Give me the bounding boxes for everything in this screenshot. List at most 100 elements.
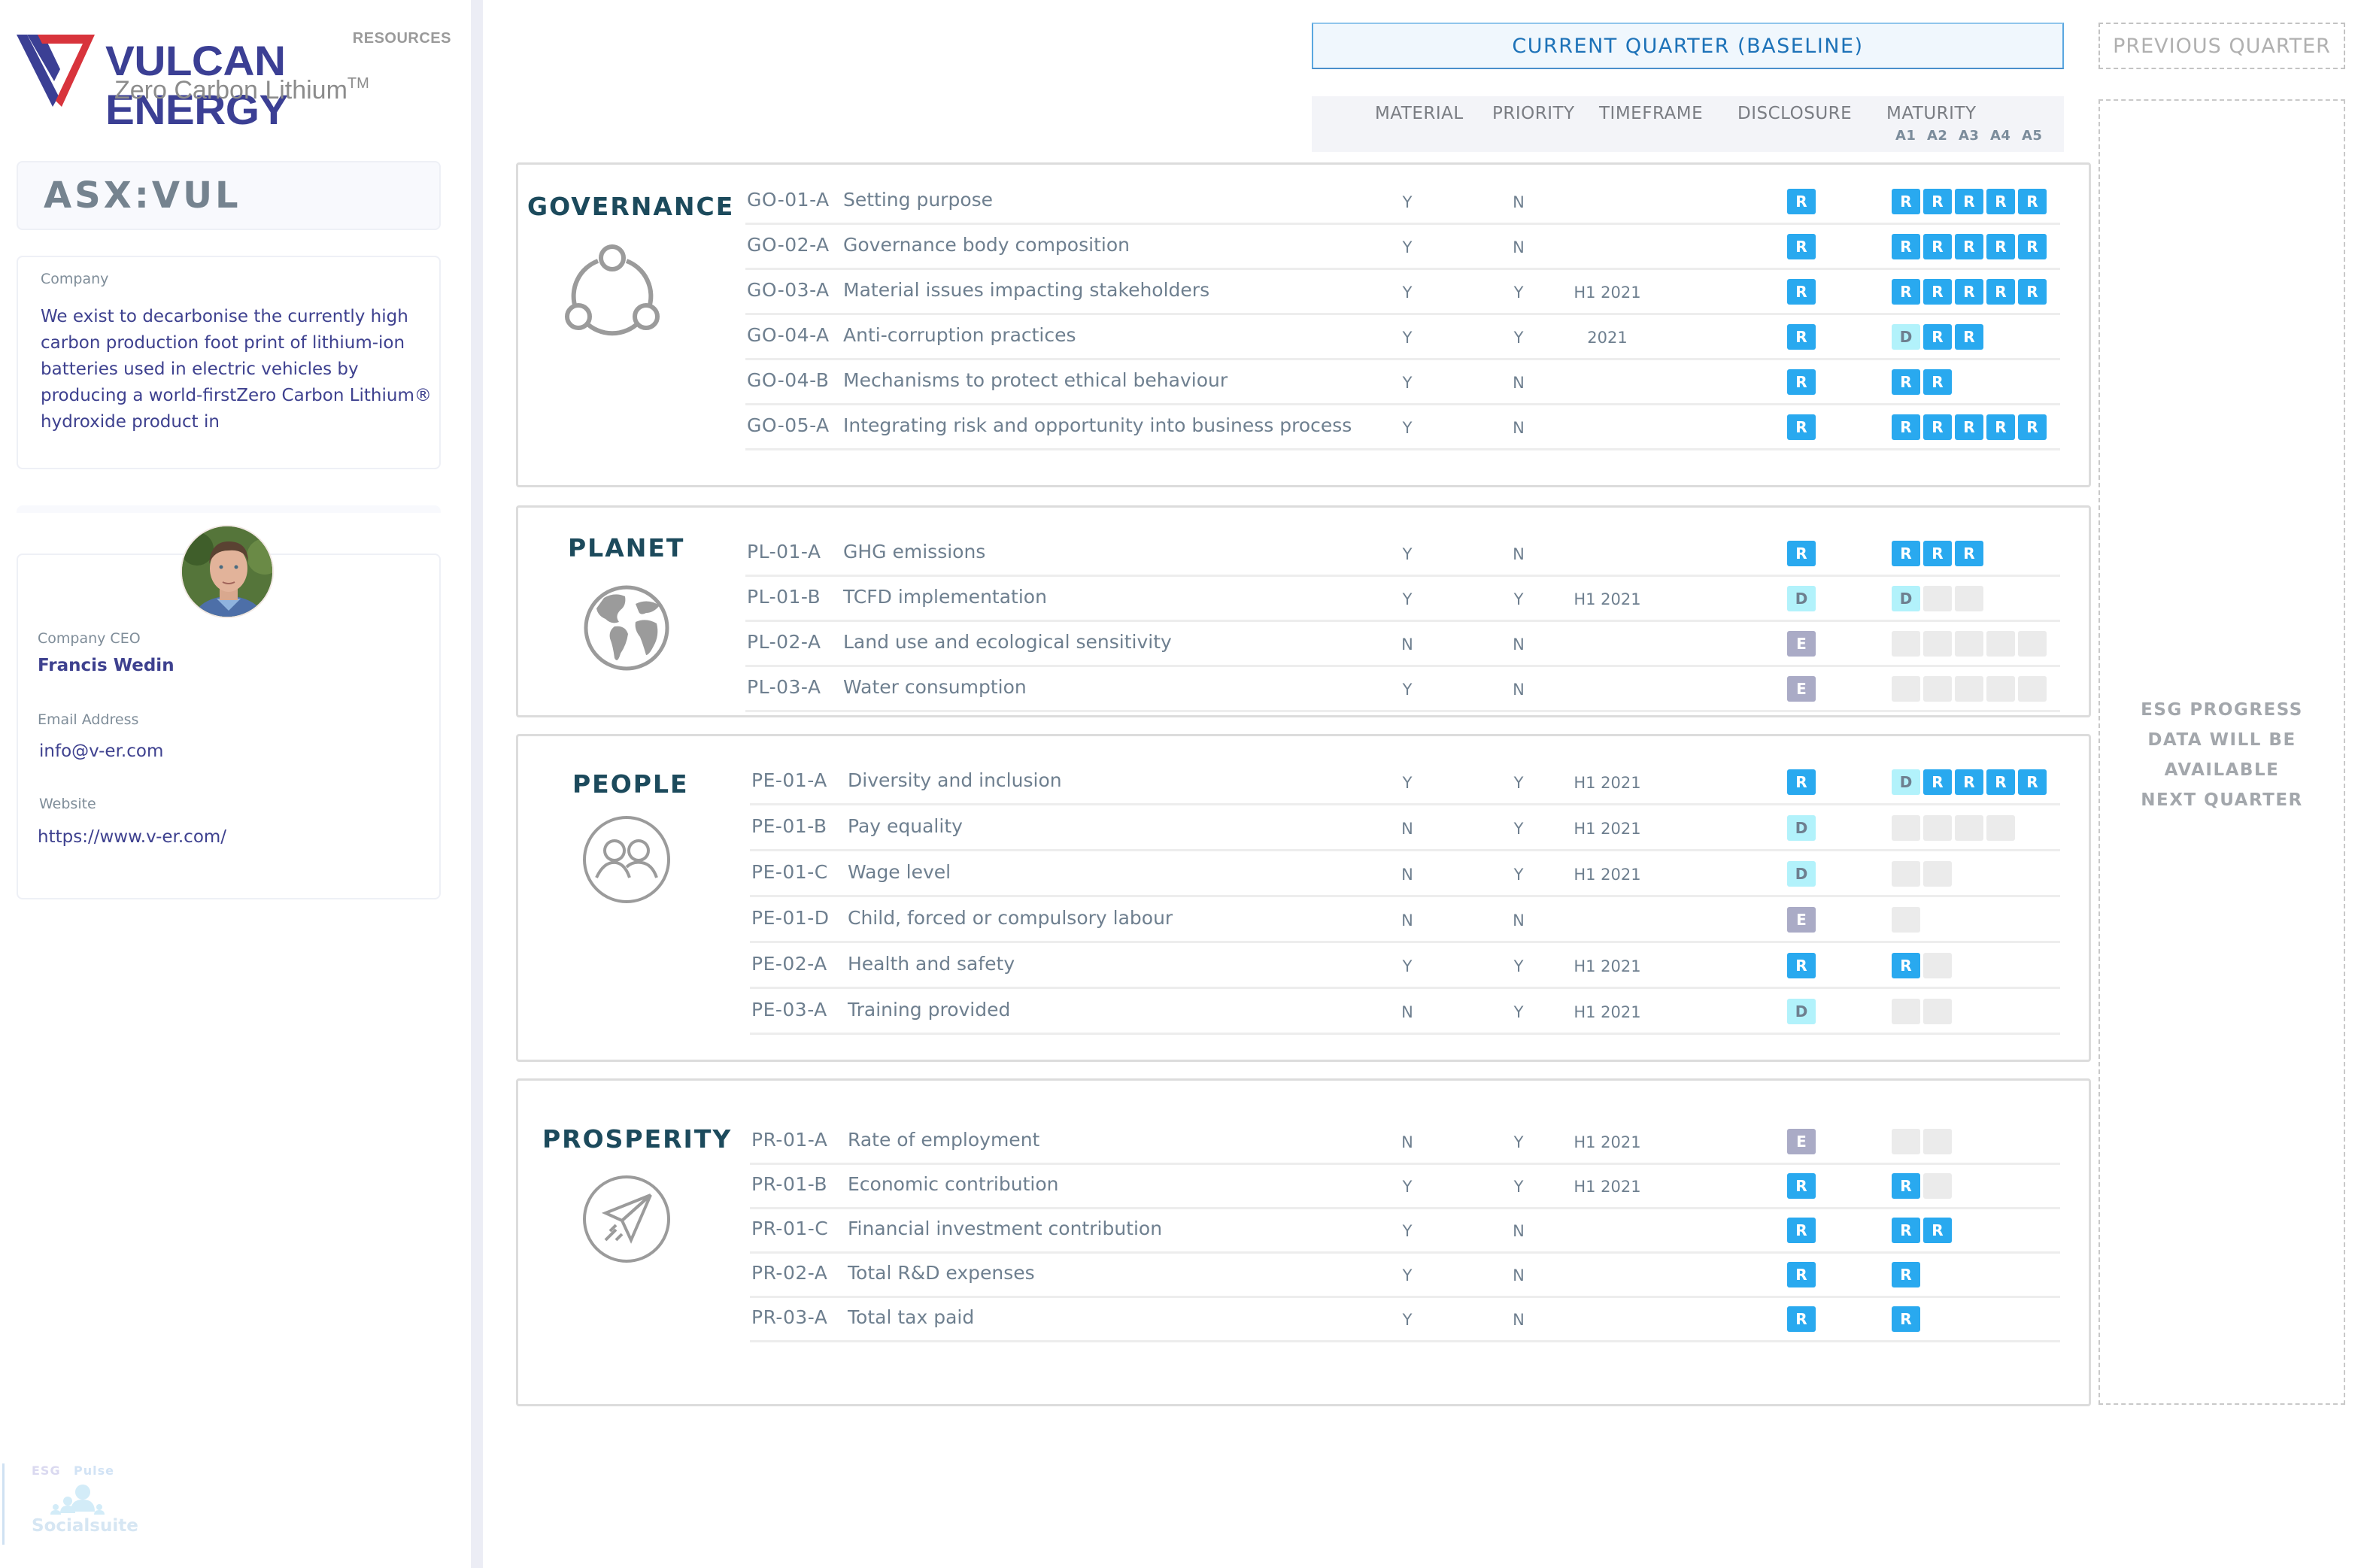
indicator-code: PL-01-B	[747, 586, 821, 608]
indicator-row[interactable]: PL-01-A GHG emissions Y N R R R R	[745, 532, 2060, 577]
indicator-row[interactable]: GO-01-A Setting purpose Y N R R R R R R	[745, 180, 2060, 225]
indicator-title[interactable]: Integrating risk and opportunity into bu…	[843, 414, 1352, 436]
ceo-label: Company CEO	[38, 630, 141, 647]
indicator-title[interactable]: Material issues impacting stakeholders	[843, 279, 1209, 301]
indicator-row[interactable]: PR-01-C Financial investment contribution…	[750, 1209, 2060, 1254]
indicator-row[interactable]: GO-05-A Integrating risk and opportunity …	[745, 405, 2060, 450]
indicator-row[interactable]: GO-03-A Material issues impacting stakeho…	[745, 270, 2060, 315]
indicator-row[interactable]: PE-01-A Diversity and inclusion Y Y H1 2021 R…	[750, 760, 2060, 805]
maturity-cell-a1: R	[1892, 541, 1920, 566]
indicator-title[interactable]: Training provided	[848, 999, 1010, 1021]
material-value: Y	[1402, 1178, 1413, 1196]
indicator-row[interactable]: PR-01-B Economic contribution Y Y H1 2021 R R	[750, 1164, 2060, 1209]
indicator-row[interactable]: PE-01-B Pay equality N Y H1 2021 D	[750, 806, 2060, 851]
priority-value: N	[1513, 681, 1525, 699]
maturity-strip: R	[1892, 1173, 1952, 1199]
indicator-row[interactable]: PR-01-A Rate of employment N Y H1 2021 E	[750, 1120, 2060, 1165]
sidebar-scrollbar[interactable]	[471, 0, 483, 1568]
maturity-cell-a1	[1892, 676, 1920, 702]
maturity-cell-a2	[1923, 676, 1952, 702]
maturity-cell-a3: R	[1955, 541, 1983, 566]
email-link[interactable]: info@v-er.com	[39, 742, 163, 761]
indicator-title[interactable]: Mechanisms to protect ethical behaviour	[843, 369, 1228, 391]
indicator-row[interactable]: GO-02-A Governance body composition Y N R R R R…	[745, 225, 2060, 270]
maturity-cell-a2	[1923, 861, 1952, 887]
maturity-cell-a2: R	[1923, 1218, 1952, 1243]
timeframe-value: H1 2021	[1573, 1178, 1641, 1196]
priority-value: Y	[1513, 284, 1524, 302]
indicator-title[interactable]: GHG emissions	[843, 541, 985, 563]
current-quarter-tab[interactable]: CURRENT QUARTER (BASELINE)	[1312, 23, 2064, 69]
disclosure-badge: D	[1787, 999, 1816, 1024]
maturity-strip: DRRRR	[1892, 769, 2047, 795]
website-link[interactable]: https://www.v-er.com/	[38, 827, 226, 847]
indicator-title[interactable]: Land use and ecological sensitivity	[843, 631, 1172, 653]
disclosure-badge: D	[1787, 861, 1816, 887]
indicator-row[interactable]: PE-03-A Training provided N Y H1 2021 D	[750, 990, 2060, 1035]
indicator-row[interactable]: PL-01-B TCFD implementation Y Y H1 2021 D D	[745, 577, 2060, 622]
maturity-cell-a1	[1892, 999, 1920, 1024]
disclosure-badge: R	[1787, 234, 1816, 259]
share-network-icon	[565, 244, 660, 336]
indicator-code: PE-01-B	[751, 815, 827, 837]
indicator-row[interactable]: PL-03-A Water consumption Y N E	[745, 667, 2060, 712]
disclosure-badge: E	[1787, 676, 1816, 702]
indicator-title[interactable]: Anti-corruption practices	[843, 324, 1076, 346]
priority-value: Y	[1513, 1133, 1524, 1151]
indicator-title[interactable]: Total R&D expenses	[848, 1262, 1035, 1284]
indicator-row[interactable]: PE-02-A Health and safety Y Y H1 2021 R R	[750, 944, 2060, 989]
disclosure-badge: R	[1787, 953, 1816, 978]
disclosure-badge: R	[1787, 279, 1816, 305]
material-value: Y	[1402, 957, 1413, 975]
indicator-title[interactable]: Water consumption	[843, 676, 1027, 698]
priority-value: N	[1513, 374, 1525, 392]
indicator-row[interactable]: PL-02-A Land use and ecological sensitivi…	[745, 622, 2060, 667]
indicator-title[interactable]: Child, forced or compulsory labour	[848, 907, 1173, 929]
indicator-title[interactable]: Rate of employment	[848, 1129, 1039, 1151]
indicator-row[interactable]: GO-04-A Anti-corruption practices Y Y 2021 R D…	[745, 315, 2060, 360]
material-value: Y	[1402, 374, 1413, 392]
indicator-title[interactable]: Diversity and inclusion	[848, 769, 1062, 791]
priority-value: Y	[1513, 774, 1524, 792]
indicator-title[interactable]: Economic contribution	[848, 1173, 1058, 1195]
indicator-row[interactable]: PR-03-A Total tax paid Y N R R	[750, 1297, 2060, 1342]
indicator-row[interactable]: PE-01-D Child, forced or compulsory labou…	[750, 898, 2060, 943]
material-value: Y	[1402, 1266, 1413, 1284]
previous-quarter-tab[interactable]: PREVIOUS QUARTER	[2098, 23, 2345, 69]
disclosure-badge: R	[1787, 324, 1816, 350]
indicator-title[interactable]: Total tax paid	[848, 1306, 974, 1328]
priority-value: Y	[1513, 1178, 1524, 1196]
maturity-cell-a5: R	[2018, 769, 2047, 795]
maturity-cell-a1: D	[1892, 586, 1920, 611]
maturity-strip: R	[1892, 1306, 1920, 1332]
trademark: TM	[347, 75, 369, 92]
indicator-row[interactable]: GO-04-B Mechanisms to protect ethical beh…	[745, 360, 2060, 405]
email-label: Email Address	[38, 711, 139, 728]
company-label: Company	[41, 271, 109, 287]
maturity-cell-a1	[1892, 907, 1920, 933]
section-title: PEOPLE	[572, 769, 689, 799]
maturity-strip	[1892, 1129, 1952, 1154]
indicator-title[interactable]: TCFD implementation	[843, 586, 1047, 608]
column-maturity: MATURITY	[1886, 104, 1977, 123]
previous-quarter-message: ESG PROGRESS DATA WILL BE AVAILABLE NEXT…	[2141, 700, 2303, 810]
maturity-cell-a1: D	[1892, 769, 1920, 795]
maturity-cell-a3	[1955, 631, 1983, 657]
indicator-title[interactable]: Setting purpose	[843, 189, 993, 211]
indicator-row[interactable]: PR-02-A Total R&D expenses Y N R R	[750, 1253, 2060, 1298]
indicator-title[interactable]: Health and safety	[848, 953, 1015, 975]
maturity-cell-a2	[1923, 1173, 1952, 1199]
maturity-strip: RRRRR	[1892, 189, 2047, 214]
indicator-title[interactable]: Governance body composition	[843, 234, 1130, 256]
indicator-title[interactable]: Financial investment contribution	[848, 1218, 1162, 1239]
maturity-strip: DRR	[1892, 324, 1983, 350]
ticker-symbol: ASX:VUL	[44, 174, 241, 217]
socialsuite-people-icon	[50, 1485, 105, 1515]
priority-value: N	[1513, 1222, 1525, 1240]
maturity-cell-a1: R	[1892, 1173, 1920, 1199]
indicator-title[interactable]: Pay equality	[848, 815, 963, 837]
disclosure-badge: D	[1787, 586, 1816, 611]
indicator-row[interactable]: PE-01-C Wage level N Y H1 2021 D	[750, 852, 2060, 897]
indicator-title[interactable]: Wage level	[848, 861, 951, 883]
esg-label: ESG	[32, 1463, 61, 1478]
